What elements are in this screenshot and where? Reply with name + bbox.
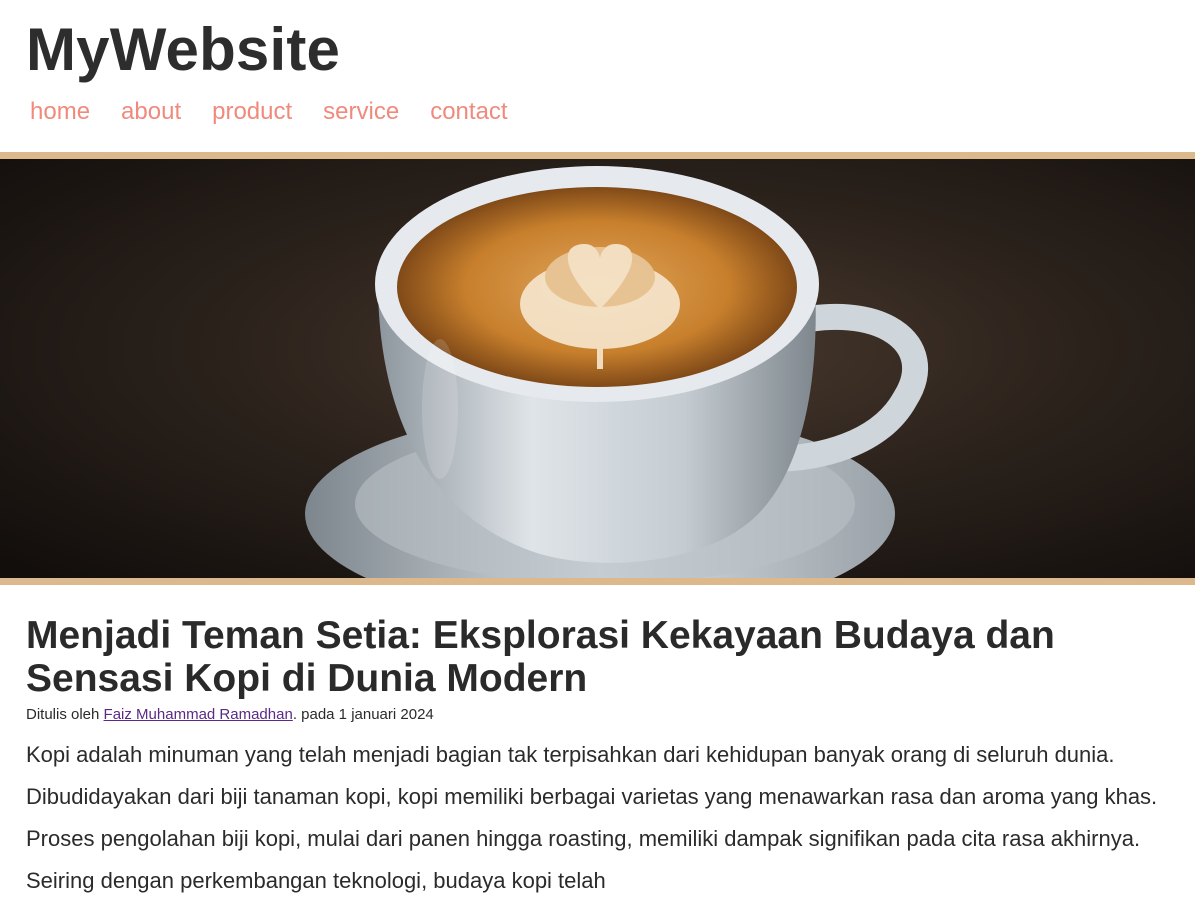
article-title: Menjadi Teman Setia: Eksplorasi Kekayaan… <box>26 614 1055 700</box>
hero-image <box>0 159 1195 578</box>
article-byline: Ditulis oleh Faiz Muhammad Ramadhan. pad… <box>26 705 1176 725</box>
nav-item-contact[interactable]: contact <box>430 94 507 130</box>
nav-item-home[interactable]: home <box>30 94 90 130</box>
author-link[interactable]: Faiz Muhammad Ramadhan <box>104 706 293 723</box>
site-title[interactable]: MyWebsite <box>26 14 1169 86</box>
article: Menjadi Teman Setia: Eksplorasi Kekayaan… <box>26 614 1176 902</box>
nav-item-about[interactable]: about <box>121 94 181 130</box>
nav-item-service[interactable]: service <box>323 94 399 130</box>
nav-item-product[interactable]: product <box>212 94 292 130</box>
main-nav: home about product service contact <box>26 94 1169 130</box>
byline-date: . pada 1 januari 2024 <box>292 706 434 723</box>
site-header: MyWebsite home about product service con… <box>0 0 1195 138</box>
hero-banner <box>0 152 1195 585</box>
byline-prefix: Ditulis oleh <box>26 706 100 723</box>
article-body: Kopi adalah minuman yang telah menjadi b… <box>26 742 1158 893</box>
